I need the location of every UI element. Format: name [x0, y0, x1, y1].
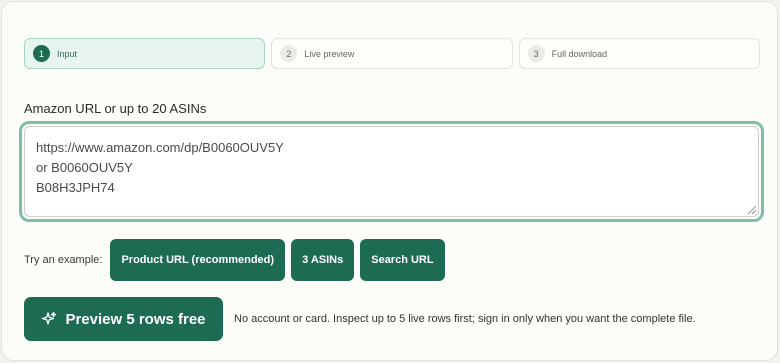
- cta-note: No account or card. Inspect up to 5 live…: [234, 313, 696, 325]
- cta-row: Preview 5 rows free No account or card. …: [24, 297, 696, 341]
- step-number: 2: [280, 45, 298, 62]
- textarea-line: https://www.amazon.com/dp/B0060OUV5Y: [36, 140, 284, 155]
- asin-textarea[interactable]: https://www.amazon.com/dp/B0060OUV5Y or …: [24, 126, 759, 217]
- step-live-preview[interactable]: 2 Live preview: [271, 38, 513, 69]
- step-tracker: 1 Input 2 Live preview 3 Full download: [24, 38, 760, 69]
- preview-button-label: Preview 5 rows free: [65, 310, 206, 328]
- resize-handle-icon[interactable]: [748, 206, 756, 214]
- step-label: Full download: [551, 48, 608, 59]
- step-number: 1: [33, 45, 50, 62]
- step-label: Input: [57, 48, 78, 59]
- example-search-url-button[interactable]: Search URL: [360, 239, 445, 281]
- step-number: 3: [527, 45, 545, 62]
- textarea-focus-ring: https://www.amazon.com/dp/B0060OUV5Y or …: [19, 121, 764, 222]
- textarea-line: or B0060OUV5Y: [36, 160, 133, 175]
- step-input[interactable]: 1 Input: [24, 38, 266, 69]
- step-full-download[interactable]: 3 Full download: [518, 38, 760, 69]
- example-3-asins-button[interactable]: 3 ASINs: [291, 239, 355, 281]
- textarea-line: B08H3JPH74: [36, 180, 115, 195]
- input-card: 1 Input 2 Live preview 3 Full download A…: [1, 1, 778, 361]
- step-label: Live preview: [304, 48, 355, 59]
- sparkle-icon: [42, 311, 57, 325]
- example-product-url-button[interactable]: Product URL (recommended): [110, 239, 286, 281]
- example-row: Try an example: Product URL (recommended…: [24, 239, 451, 281]
- input-label: Amazon URL or up to 20 ASINs: [24, 101, 207, 116]
- preview-rows-button[interactable]: Preview 5 rows free: [24, 297, 223, 341]
- examples-label: Try an example:: [24, 254, 103, 266]
